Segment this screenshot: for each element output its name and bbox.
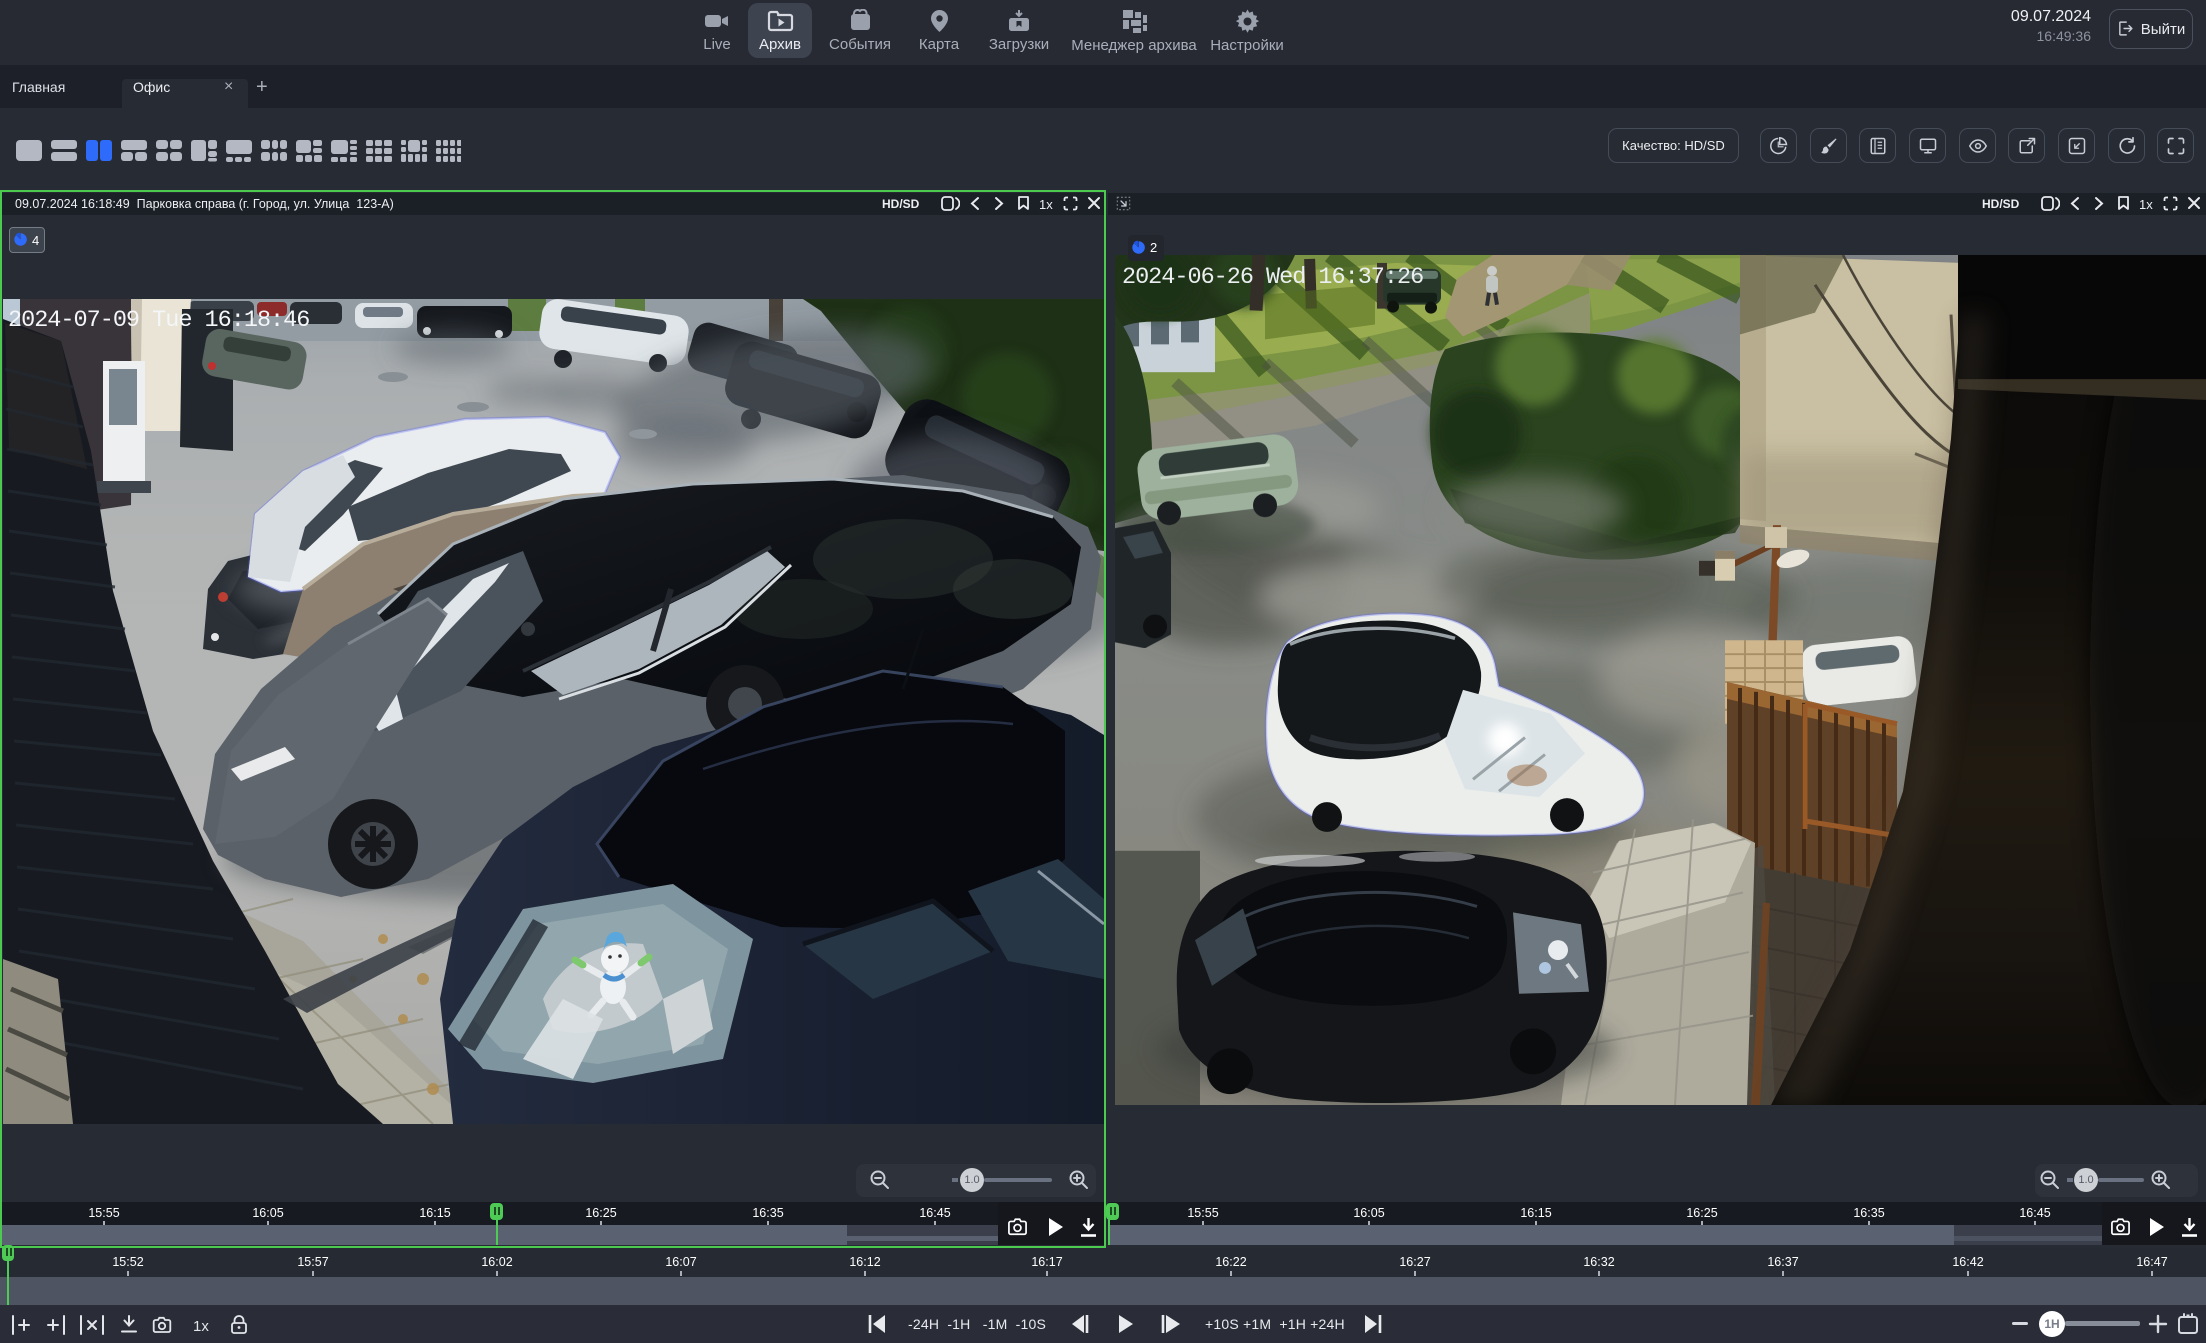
svg-text:2024-06-26 Wed 16:37:26: 2024-06-26 Wed 16:37:26 — [1122, 265, 1423, 291]
svg-text:1x: 1x — [193, 1318, 209, 1335]
